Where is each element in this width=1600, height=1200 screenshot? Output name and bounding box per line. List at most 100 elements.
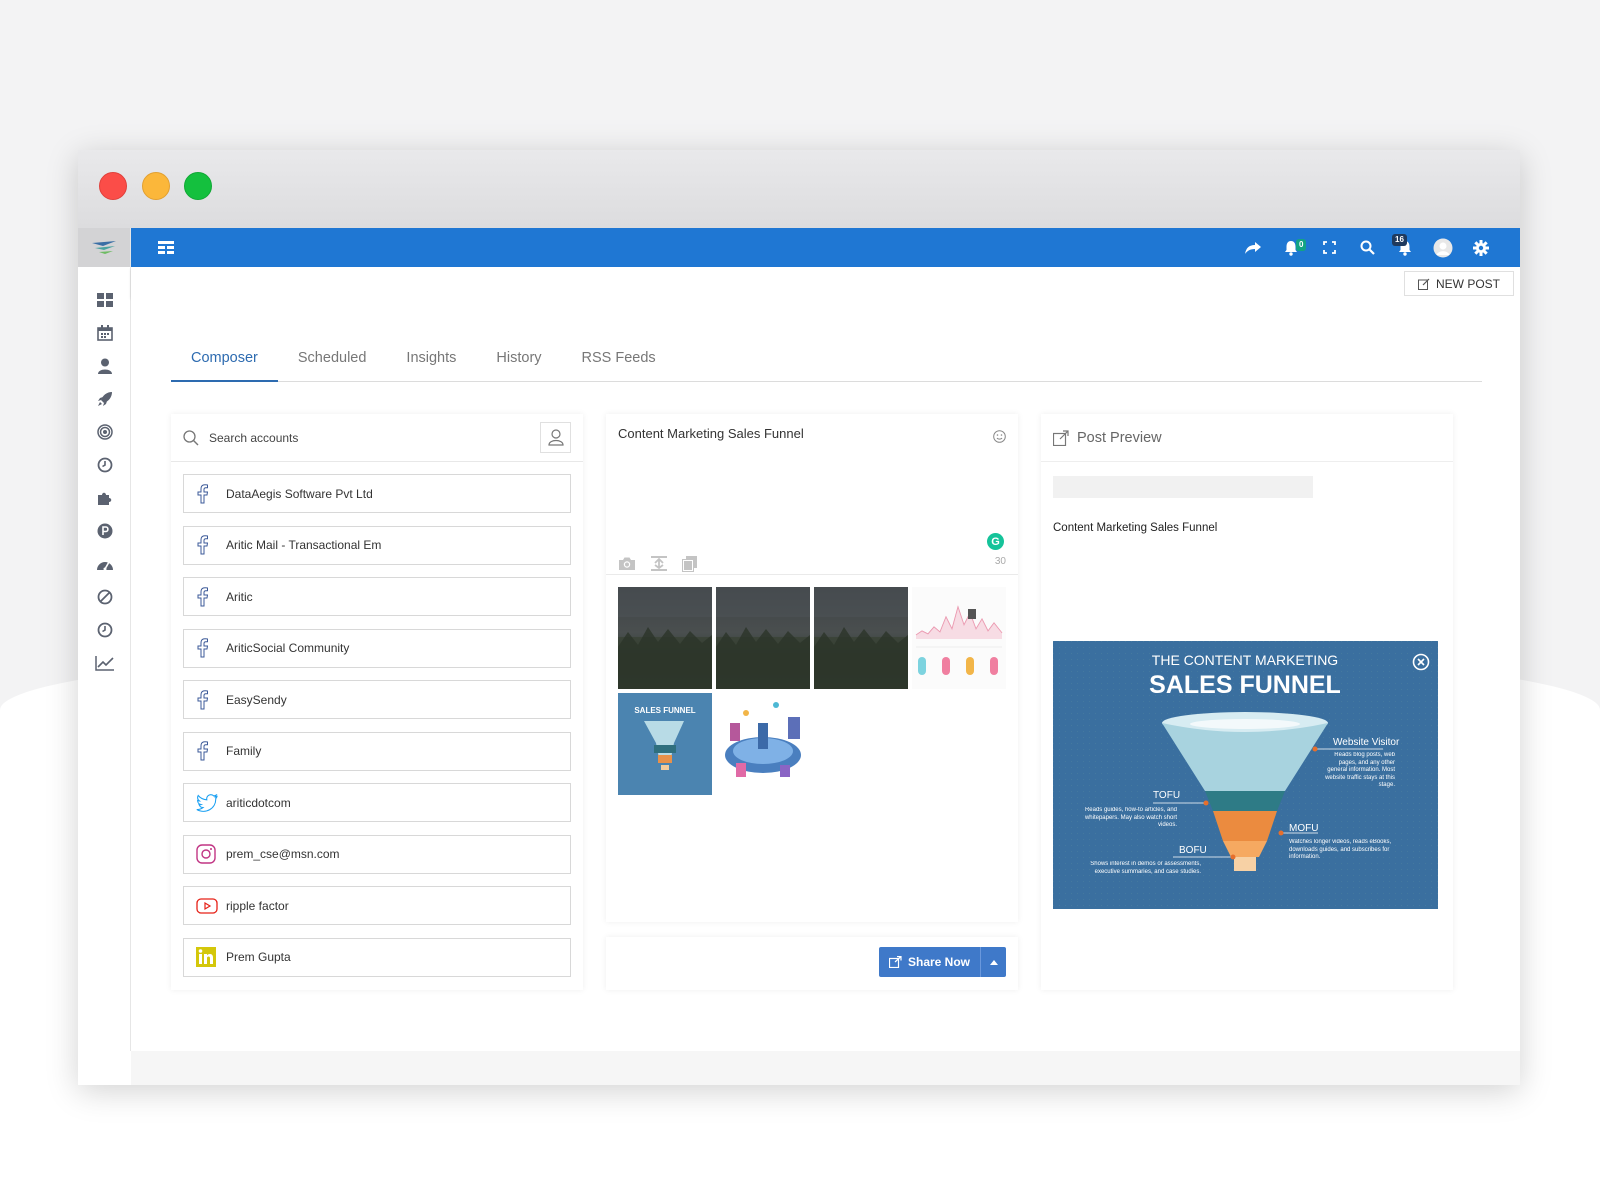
label-website-visitor: Website Visitor xyxy=(1333,737,1400,748)
sidebar-item-recent[interactable] xyxy=(78,448,131,481)
post-preview-panel: Post Preview Content Marketing Sales Fun… xyxy=(1041,414,1453,990)
settings-button[interactable] xyxy=(1462,228,1500,267)
sidebar-item-campaigns[interactable] xyxy=(78,382,131,415)
composer-panel: Content Marketing Sales Funnel G 30 SALE… xyxy=(606,414,1018,922)
sidebar-item-user[interactable] xyxy=(78,349,131,382)
edit-icon xyxy=(1417,278,1430,290)
analytics-image xyxy=(912,587,1006,689)
dashboard-icon xyxy=(96,292,113,307)
composer-textarea[interactable]: Content Marketing Sales Funnel G 30 xyxy=(606,414,1018,574)
notifications-badge: 0 xyxy=(1296,239,1307,251)
twitter-icon xyxy=(196,793,218,812)
share-top-button[interactable] xyxy=(1234,228,1272,267)
minimize-window-button[interactable] xyxy=(142,172,170,200)
search-accounts-input[interactable] xyxy=(209,430,509,445)
new-post-label: NEW POST xyxy=(1435,276,1500,291)
account-item[interactable]: Prem Gupta xyxy=(183,937,571,977)
sidebar-item-blocked[interactable] xyxy=(78,580,131,613)
tab-composer[interactable]: Composer xyxy=(171,344,278,382)
account-item[interactable]: ripple factor xyxy=(183,886,571,925)
sidebar-item-history[interactable] xyxy=(78,613,131,646)
isometric-illustration xyxy=(725,702,801,777)
preview-image: THE CONTENT MARKETING SALES FUNNEL Websi… xyxy=(1053,641,1438,909)
sidebar-item-publishing[interactable] xyxy=(78,514,131,547)
app-logo[interactable] xyxy=(78,228,130,267)
facebook-icon xyxy=(197,483,208,503)
media-thumbnail[interactable]: SALES FUNNEL xyxy=(618,693,712,795)
fullscreen-button[interactable] xyxy=(1310,228,1348,267)
target-icon xyxy=(96,423,113,440)
media-thumbnail[interactable] xyxy=(912,587,1006,689)
share-now-button-group: Share Now xyxy=(878,947,1006,977)
sidebar-item-analytics[interactable] xyxy=(78,646,131,679)
instagram-icon xyxy=(196,844,216,864)
media-library: SALES FUNNEL xyxy=(606,587,1018,795)
sidebar-item-integrations[interactable] xyxy=(78,481,131,514)
share-options-dropdown[interactable] xyxy=(980,947,1006,977)
account-name: Aritic xyxy=(226,589,253,604)
grammarly-badge[interactable]: G xyxy=(987,533,1004,550)
external-share-icon xyxy=(1053,429,1069,446)
account-item[interactable]: Family xyxy=(183,731,571,771)
app-footer xyxy=(131,1051,1520,1085)
media-thumbnail[interactable] xyxy=(814,587,908,689)
top-navbar: 0 16 xyxy=(131,228,1520,267)
preview-text: Content Marketing Sales Funnel xyxy=(1053,522,1218,534)
tab-scheduled[interactable]: Scheduled xyxy=(278,344,387,382)
account-name: ripple factor xyxy=(226,898,289,913)
share-now-label: Share Now xyxy=(907,955,970,969)
account-item[interactable]: ariticdotcom xyxy=(183,783,571,822)
sidebar-item-dashboard[interactable] xyxy=(78,283,131,316)
line-chart-icon xyxy=(94,655,114,671)
gauge-icon xyxy=(96,561,113,570)
photo-image xyxy=(716,587,810,689)
profile-button[interactable] xyxy=(1424,228,1462,267)
account-item[interactable]: AriticSocial Community xyxy=(183,628,571,668)
photo-image xyxy=(814,587,908,689)
media-thumbnail[interactable] xyxy=(716,693,810,795)
logo-icon xyxy=(92,240,116,254)
text-format-icon[interactable] xyxy=(650,556,668,571)
menu-toggle-button[interactable] xyxy=(151,228,181,267)
account-name: Prem Gupta xyxy=(226,950,291,964)
sidebar-item-calendar[interactable] xyxy=(78,316,131,349)
share-now-button[interactable]: Share Now xyxy=(879,947,980,977)
account-search xyxy=(171,414,583,462)
media-thumbnail[interactable] xyxy=(618,587,712,689)
youtube-icon xyxy=(196,897,218,914)
app-window: 0 16 NEW POST Composer Scheduled Insight… xyxy=(78,150,1520,1085)
main-content: Composer Scheduled Insights History RSS … xyxy=(131,297,1520,1051)
clock-icon xyxy=(97,622,112,637)
grid-menu-icon xyxy=(158,241,174,254)
emoji-icon[interactable] xyxy=(993,430,1006,443)
user-icon xyxy=(97,358,112,374)
media-thumbnail[interactable] xyxy=(716,587,810,689)
add-account-button[interactable] xyxy=(540,422,571,453)
notifications-button[interactable]: 0 xyxy=(1272,228,1310,267)
account-item[interactable]: Aritic xyxy=(183,577,571,616)
new-post-button[interactable]: NEW POST xyxy=(1403,271,1514,296)
calendar-icon xyxy=(96,324,113,341)
tab-rss-feeds[interactable]: RSS Feeds xyxy=(562,344,676,382)
preview-title: Post Preview xyxy=(1077,429,1162,446)
account-item[interactable]: DataAegis Software Pvt Ltd xyxy=(183,474,571,513)
expand-icon xyxy=(1322,241,1336,254)
copy-icon[interactable] xyxy=(682,556,698,572)
close-window-button[interactable] xyxy=(99,172,127,200)
search-icon xyxy=(1360,240,1375,255)
tab-history[interactable]: History xyxy=(476,344,561,382)
tab-insights[interactable]: Insights xyxy=(386,344,476,382)
text-bofu: Shows interest in demos or assessments, … xyxy=(1090,861,1201,875)
sidebar-item-performance[interactable] xyxy=(78,547,131,580)
label-bofu: BOFU xyxy=(1179,845,1207,856)
search-button[interactable] xyxy=(1348,228,1386,267)
account-item[interactable]: EasySendy xyxy=(183,680,571,719)
account-item[interactable]: Aritic Mail - Transactional Em xyxy=(183,525,571,565)
maximize-window-button[interactable] xyxy=(184,172,212,200)
facebook-icon xyxy=(197,586,208,606)
ban-icon xyxy=(97,589,112,604)
alerts-button[interactable]: 16 xyxy=(1386,228,1424,267)
account-item[interactable]: prem_cse@msn.com xyxy=(183,834,571,874)
camera-icon[interactable] xyxy=(618,556,636,571)
sidebar-item-targets[interactable] xyxy=(78,415,131,448)
